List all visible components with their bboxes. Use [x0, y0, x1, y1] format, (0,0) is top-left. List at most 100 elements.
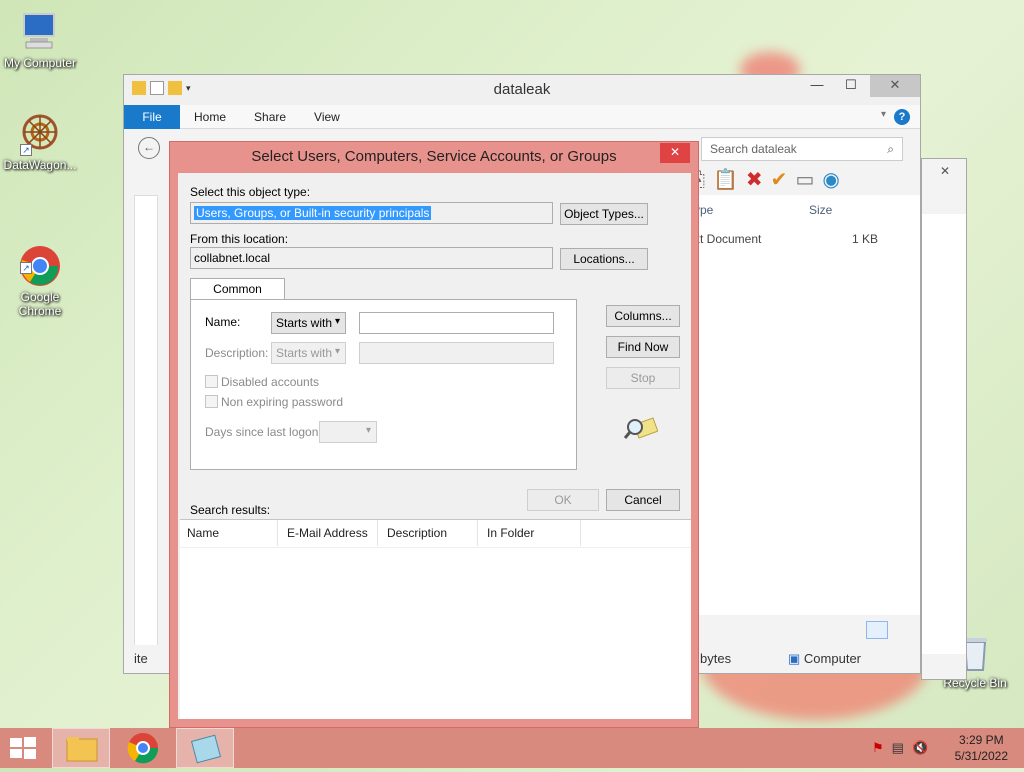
network-icon[interactable]: ◉: [822, 169, 839, 191]
windows-logo-icon: [10, 737, 36, 759]
dialog-body: Select this object type: Users, Groups, …: [178, 173, 691, 719]
name-input[interactable]: [359, 312, 554, 334]
large-icons-view-icon[interactable]: [891, 621, 913, 639]
results-column-name[interactable]: Name: [187, 526, 219, 540]
taskbar-chrome[interactable]: [114, 728, 172, 768]
cancel-button[interactable]: Cancel: [606, 489, 680, 511]
location-field[interactable]: collabnet.local: [190, 247, 553, 269]
description-mode-select[interactable]: Starts with ▾: [271, 342, 346, 364]
days-since-logon-select[interactable]: ▾: [319, 421, 377, 443]
description-mode-value: Starts with: [276, 346, 333, 360]
notepad-icon: [190, 734, 222, 764]
close-icon[interactable]: ✕: [922, 159, 968, 183]
taskbar: ⚑ ▤ 🔇 3:29 PM 5/31/2022: [0, 728, 1024, 768]
disabled-accounts-checkbox[interactable]: [205, 375, 218, 388]
results-header: Name E-Mail Address Description In Folde…: [180, 520, 691, 548]
taskbar-file-explorer[interactable]: [52, 728, 110, 768]
search-placeholder: Search dataleak: [710, 142, 797, 156]
ribbon-tabs: File Home Share View ▾ ?: [124, 104, 920, 129]
object-types-button[interactable]: Object Types...: [560, 203, 648, 225]
back-button[interactable]: ←: [138, 137, 160, 159]
folder-icon: [66, 737, 98, 762]
start-button[interactable]: [8, 736, 40, 760]
chrome-icon: [127, 733, 159, 764]
column-divider[interactable]: [477, 520, 478, 546]
shortcut-arrow-icon: ↗: [20, 144, 32, 156]
desktop-icon-my-computer[interactable]: My Computer: [0, 10, 80, 70]
tab-share[interactable]: Share: [240, 110, 300, 124]
columns-button[interactable]: Columns...: [606, 305, 680, 327]
tab-view[interactable]: View: [300, 110, 354, 124]
non-expiring-password-checkbox[interactable]: [205, 395, 218, 408]
close-button[interactable]: ✕: [660, 143, 690, 163]
file-list-pane: [922, 214, 966, 654]
tab-file[interactable]: File: [124, 104, 180, 129]
column-divider[interactable]: [277, 520, 278, 546]
dialog-title: Select Users, Computers, Service Account…: [251, 148, 617, 165]
computer-icon: [18, 10, 62, 54]
object-type-label: Select this object type:: [190, 185, 311, 199]
close-button[interactable]: ✕: [870, 75, 920, 97]
action-center-flag-icon[interactable]: ⚑: [872, 740, 884, 756]
results-column-email[interactable]: E-Mail Address: [287, 526, 368, 540]
chevron-down-icon: ▾: [334, 316, 340, 327]
non-expiring-password-label: Non expiring password: [221, 395, 344, 409]
object-type-value: Users, Groups, or Built-in security prin…: [194, 206, 432, 220]
select-users-dialog[interactable]: Select Users, Computers, Service Account…: [169, 141, 699, 728]
title-bar[interactable]: ▾ dataleak — ☐ ✕: [124, 75, 920, 105]
navigation-pane: [134, 195, 158, 665]
find-now-button[interactable]: Find Now: [606, 336, 680, 358]
tab-common-queries[interactable]: Common Queries: [190, 278, 285, 316]
chevron-down-icon: ▾: [334, 346, 340, 357]
clock-time: 3:29 PM: [958, 733, 1004, 747]
desktop-icon-label: Google Chrome: [18, 290, 62, 318]
chevron-down-icon: ▾: [365, 425, 371, 436]
desktop-icon-label: DataWagon...: [3, 158, 77, 172]
status-computer: ▣ Computer: [788, 651, 861, 667]
name-mode-value: Starts with: [276, 316, 333, 330]
column-header-size[interactable]: Size: [809, 203, 832, 217]
file-list-pane: [684, 195, 920, 615]
days-since-logon-label: Days since last logon:: [205, 425, 322, 439]
stop-button[interactable]: Stop: [606, 367, 680, 389]
locations-button[interactable]: Locations...: [560, 248, 648, 270]
search-magnifier-icon: [623, 415, 659, 441]
system-tray: ⚑ ▤ 🔇: [872, 740, 928, 756]
minimize-button[interactable]: —: [800, 75, 834, 97]
ok-button[interactable]: OK: [527, 489, 599, 511]
file-type-cell[interactable]: xt Document: [694, 232, 761, 246]
status-bytes: bytes: [700, 651, 732, 666]
search-icon: ⌕: [887, 142, 894, 156]
clock[interactable]: 3:29 PM 5/31/2022: [955, 732, 1008, 764]
column-divider[interactable]: [580, 520, 581, 546]
description-input[interactable]: [359, 342, 554, 364]
file-size-cell[interactable]: 1 KB: [852, 232, 878, 246]
clock-date: 5/31/2022: [954, 749, 1008, 763]
chrome-icon: ↗: [18, 230, 62, 286]
paste-icon[interactable]: 📋: [713, 169, 738, 191]
object-type-field[interactable]: Users, Groups, or Built-in security prin…: [190, 202, 553, 224]
name-mode-select[interactable]: Starts with ▾: [271, 312, 346, 334]
search-results-list[interactable]: Name E-Mail Address Description In Folde…: [180, 519, 691, 719]
volume-muted-icon[interactable]: 🔇: [912, 740, 928, 756]
maximize-button[interactable]: ☐: [834, 75, 868, 97]
taskbar-app[interactable]: [176, 728, 234, 768]
status-items: ite: [134, 651, 148, 666]
search-results-label: Search results:: [190, 503, 271, 517]
search-input[interactable]: Search dataleak ⌕: [701, 137, 903, 161]
status-computer-label: Computer: [803, 651, 861, 666]
desktop-icon-chrome[interactable]: ↗ Google Chrome: [0, 216, 80, 332]
results-column-folder[interactable]: In Folder: [487, 526, 534, 540]
background-explorer-window[interactable]: ✕: [921, 158, 967, 680]
help-icon[interactable]: ?: [894, 109, 910, 125]
chevron-down-icon[interactable]: ▾: [881, 109, 886, 120]
desktop-icon-datawagon[interactable]: ↗ DataWagon...: [0, 112, 80, 172]
delete-icon[interactable]: ✖: [746, 169, 763, 191]
network-icon[interactable]: ▤: [892, 740, 904, 756]
check-icon[interactable]: ✔: [771, 169, 788, 191]
tab-home[interactable]: Home: [180, 110, 240, 124]
column-divider[interactable]: [377, 520, 378, 546]
details-view-icon[interactable]: [866, 621, 888, 639]
rename-icon[interactable]: ▭: [795, 169, 814, 191]
results-column-description[interactable]: Description: [387, 526, 447, 540]
